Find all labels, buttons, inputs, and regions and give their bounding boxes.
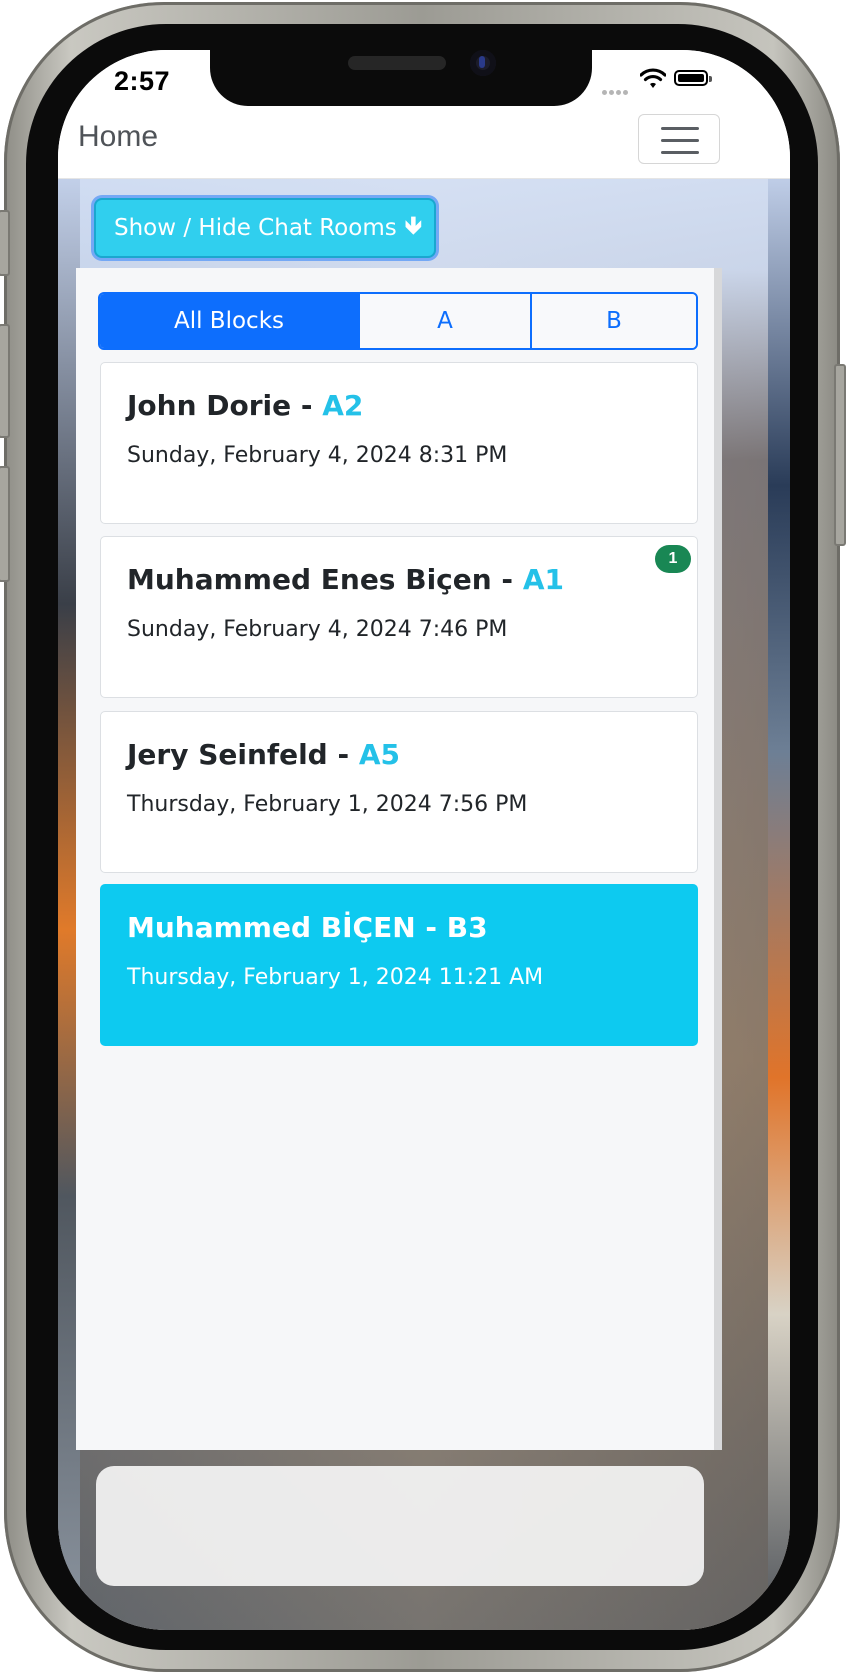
screen: 2:57 Home Show / Hide Chat Rooms 🡻 All B…	[58, 50, 790, 1630]
chat-room-date: Sunday, February 4, 2024 7:46 PM	[127, 617, 508, 642]
chat-room-item[interactable]: Muhammed Enes Biçen - A1 Sunday, Februar…	[100, 536, 698, 698]
side-button	[0, 210, 10, 276]
navbar: Home	[58, 112, 790, 179]
arrow-down-icon: 🡻	[404, 210, 422, 239]
tab-all-blocks[interactable]: All Blocks	[100, 294, 358, 348]
block-label: A2	[322, 389, 364, 422]
tab-block-a[interactable]: A	[358, 294, 530, 348]
menu-toggle-button[interactable]	[638, 114, 720, 164]
wifi-icon	[640, 68, 666, 88]
toggle-chat-rooms-label: Show / Hide Chat Rooms	[114, 215, 397, 241]
status-bar: 2:57	[58, 50, 790, 112]
volume-up-button	[0, 324, 10, 438]
volume-down-button	[0, 466, 10, 582]
chat-room-title: John Dorie - A2	[127, 389, 364, 422]
chat-room-title: Muhammed Enes Biçen - A1	[127, 563, 564, 596]
unread-count-badge: 1	[655, 545, 691, 573]
tab-block-b[interactable]: B	[530, 294, 696, 348]
chat-room-date: Thursday, February 1, 2024 7:56 PM	[127, 792, 528, 817]
battery-icon	[674, 70, 712, 86]
chat-rooms-panel: All Blocks A B John Dorie - A2 Sunday, F…	[76, 268, 722, 1450]
chat-room-item[interactable]: John Dorie - A2 Sunday, February 4, 2024…	[100, 362, 698, 524]
chat-room-title: Jery Seinfeld - A5	[127, 738, 400, 771]
cellular-signal-icon	[602, 82, 630, 100]
notch	[210, 50, 592, 106]
block-filter-tabs: All Blocks A B	[98, 292, 698, 350]
chat-room-date: Sunday, February 4, 2024 8:31 PM	[127, 443, 508, 468]
block-label: A1	[522, 563, 564, 596]
chat-room-item[interactable]: Jery Seinfeld - A5 Thursday, February 1,…	[100, 711, 698, 873]
chat-room-item-active[interactable]: Muhammed BİÇEN - B3 Thursday, February 1…	[100, 884, 698, 1046]
bottom-card	[96, 1466, 704, 1586]
navbar-brand[interactable]: Home	[78, 120, 158, 154]
power-button	[834, 364, 846, 546]
block-label: B3	[446, 911, 488, 944]
hamburger-icon	[661, 127, 699, 130]
block-label: A5	[358, 738, 400, 771]
camera-icon	[470, 50, 496, 76]
chat-room-date: Thursday, February 1, 2024 11:21 AM	[127, 965, 544, 990]
chat-room-title: Muhammed BİÇEN - B3	[127, 911, 488, 944]
phone-frame: 2:57 Home Show / Hide Chat Rooms 🡻 All B…	[0, 2, 846, 1672]
speaker	[348, 56, 446, 70]
status-time: 2:57	[114, 66, 171, 96]
toggle-chat-rooms-button[interactable]: Show / Hide Chat Rooms 🡻	[94, 198, 436, 258]
